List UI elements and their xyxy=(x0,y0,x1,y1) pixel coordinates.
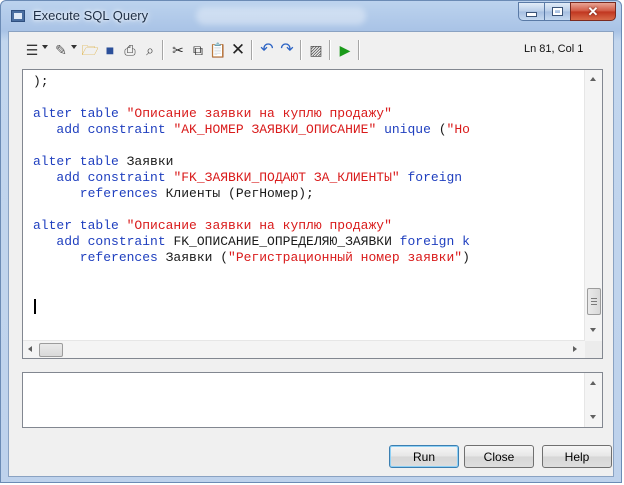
copy-icon[interactable]: ⧉ xyxy=(189,41,207,59)
clear-icon[interactable]: ▨ xyxy=(307,41,325,59)
scroll-down-icon[interactable] xyxy=(590,415,596,419)
code-token: alter table xyxy=(33,106,127,121)
code-token: "Регистрационный номер заявки" xyxy=(228,250,463,265)
code-line: add constraint FK_ОПИСАНИЕ_ОПРЕДЕЛЯЮ_ЗАЯ… xyxy=(33,234,583,250)
list-icon[interactable]: ☰ xyxy=(23,41,41,59)
code-token: "Но xyxy=(446,122,470,137)
messages-vertical-scrollbar[interactable] xyxy=(584,373,602,427)
execute-sql-dialog: Execute SQL Query ✕ ☰ ✎ 🗁 ■ ⎙ ⌕ ✂ ⧉ 📋 ✕ … xyxy=(0,0,622,483)
maximize-button[interactable] xyxy=(544,2,571,21)
code-line: alter table "Описание заявки на куплю пр… xyxy=(33,218,583,234)
editor-horizontal-scrollbar[interactable] xyxy=(23,340,585,358)
text-caret xyxy=(34,299,36,314)
code-token: references xyxy=(33,250,166,265)
run-icon[interactable]: ▶ xyxy=(336,41,354,59)
code-token: "AK_НОМЕР ЗАЯВКИ_ОПИСАНИЕ" xyxy=(173,122,377,137)
print-icon[interactable]: ⎙ xyxy=(121,41,139,59)
horizontal-scroll-thumb[interactable] xyxy=(39,343,63,357)
help-button[interactable]: Help xyxy=(542,445,612,468)
window-title: Execute SQL Query xyxy=(33,8,149,23)
title-bar[interactable]: Execute SQL Query ✕ xyxy=(1,1,621,31)
sql-editor[interactable]: ); alter table "Описание заявки на куплю … xyxy=(22,69,603,359)
app-icon[interactable] xyxy=(11,10,25,22)
edit-dropdown-arrow[interactable] xyxy=(71,45,77,49)
find-icon[interactable]: ⌕ xyxy=(141,41,159,59)
open-folder-icon[interactable]: 🗁 xyxy=(81,41,99,59)
close-icon: ✕ xyxy=(587,3,599,19)
scroll-down-icon[interactable] xyxy=(590,328,596,332)
code-token: add constraint xyxy=(33,234,174,249)
code-token: alter table xyxy=(33,218,127,233)
close-window-button[interactable]: ✕ xyxy=(570,2,616,21)
list-dropdown-arrow[interactable] xyxy=(42,45,48,49)
maximize-icon xyxy=(552,7,563,16)
save-icon[interactable]: ■ xyxy=(101,41,119,59)
code-token: foreign k xyxy=(391,234,470,249)
cut-icon[interactable]: ✂ xyxy=(169,41,187,59)
grip-line xyxy=(591,301,597,302)
minimize-button[interactable] xyxy=(518,2,545,21)
code-line: add constraint "AK_НОМЕР ЗАЯВКИ_ОПИСАНИЕ… xyxy=(33,122,583,138)
code-token: references xyxy=(33,186,166,201)
code-token: Заявки xyxy=(126,154,174,169)
paste-icon[interactable]: 📋 xyxy=(209,41,227,59)
scroll-right-icon[interactable] xyxy=(573,346,577,352)
scroll-up-icon[interactable] xyxy=(590,77,596,81)
code-token: "Описание заявки на куплю продажу" xyxy=(126,106,392,121)
code-token: Клиенты (РегНомер); xyxy=(165,186,314,201)
dialog-body: ☰ ✎ 🗁 ■ ⎙ ⌕ ✂ ⧉ 📋 ✕ ↶ ↷ ▨ ▶ Ln 81, Col 1… xyxy=(8,31,614,477)
delete-icon[interactable]: ✕ xyxy=(229,41,247,59)
code-token: foreign xyxy=(399,170,463,185)
code-token: ( xyxy=(438,122,447,137)
redo-icon[interactable]: ↷ xyxy=(278,41,296,59)
code-token: ) xyxy=(462,250,470,265)
close-button[interactable]: Close xyxy=(464,445,534,468)
code-line: ); xyxy=(33,74,583,90)
sql-code[interactable]: ); alter table "Описание заявки на куплю … xyxy=(33,74,583,266)
code-token: FK_ОПИСАНИЕ_ОПРЕДЕЛЯЮ_ЗАЯВКИ xyxy=(173,234,392,249)
grip-line xyxy=(591,304,597,305)
code-line: references Клиенты (РегНомер); xyxy=(33,186,583,202)
code-line: alter table Заявки xyxy=(33,154,583,170)
messages-pane[interactable] xyxy=(22,372,603,428)
edit-icon[interactable]: ✎ xyxy=(52,41,70,59)
code-token: Заявки ( xyxy=(165,250,229,265)
minimize-icon xyxy=(526,12,537,17)
toolbar-separator xyxy=(358,40,360,60)
vertical-scroll-thumb[interactable] xyxy=(587,288,601,315)
scroll-up-icon[interactable] xyxy=(590,381,596,385)
toolbar-separator xyxy=(251,40,253,60)
run-button[interactable]: Run xyxy=(389,445,459,468)
code-token: "Описание заявки на куплю продажу" xyxy=(126,218,392,233)
code-token: add constraint xyxy=(33,170,174,185)
cursor-position: Ln 81, Col 1 xyxy=(524,43,584,55)
code-token: add constraint xyxy=(33,122,174,137)
code-token: unique xyxy=(376,122,439,137)
code-line: add constraint "FK_ЗАЯВКИ_ПОДАЮТ ЗА_КЛИЕ… xyxy=(33,170,583,186)
toolbar: ☰ ✎ 🗁 ■ ⎙ ⌕ ✂ ⧉ 📋 ✕ ↶ ↷ ▨ ▶ Ln 81, Col 1 xyxy=(9,32,613,66)
undo-icon[interactable]: ↶ xyxy=(258,41,276,59)
code-line: references Заявки ("Регистрационный номе… xyxy=(33,250,583,266)
code-line: alter table "Описание заявки на куплю пр… xyxy=(33,106,583,122)
scroll-left-icon[interactable] xyxy=(28,346,32,352)
code-token: alter table xyxy=(33,154,127,169)
toolbar-separator xyxy=(300,40,302,60)
title-glow xyxy=(196,7,366,25)
toolbar-separator xyxy=(162,40,164,60)
code-token: ); xyxy=(33,74,49,89)
editor-vertical-scrollbar[interactable] xyxy=(584,70,602,341)
grip-line xyxy=(591,298,597,299)
toolbar-separator xyxy=(329,40,331,60)
code-token: "FK_ЗАЯВКИ_ПОДАЮТ ЗА_КЛИЕНТЫ" xyxy=(173,170,400,185)
scroll-corner xyxy=(585,341,602,358)
